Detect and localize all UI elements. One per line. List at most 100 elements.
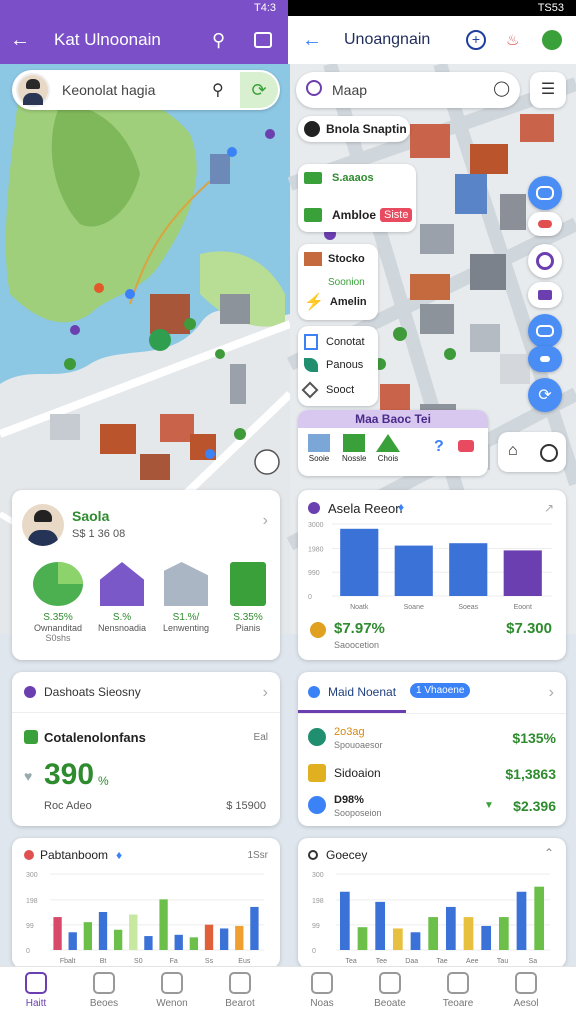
blue-fab-3[interactable] [528,346,562,372]
market-row[interactable]: D98% Sooposeion ▼ $2.396 [308,794,556,822]
chevron-right-icon[interactable]: › [549,684,554,702]
poi-row[interactable]: Sooct [301,381,354,399]
back-arrow-icon[interactable]: ← [10,29,34,52]
nav-item-left-1[interactable]: Beoes [74,972,134,1009]
bolt-icon: ⚡ [304,294,324,311]
poi-row[interactable]: Panous [304,358,363,372]
market-row[interactable]: 2o3ag Spouoaesor $135% [308,726,556,754]
y-tick-label: 198 [26,898,38,905]
link-icon-right[interactable]: ↗ [544,501,554,515]
chart-dot-icon [24,850,34,860]
nav-item-left-3[interactable]: Bearot [210,972,270,1009]
nav-item-right-2[interactable]: Teoare [428,972,488,1009]
search-icon[interactable]: ⚲ [212,30,225,51]
banner-item[interactable]: Chois [376,434,400,463]
chat-icon[interactable] [254,32,272,48]
chevron-right-icon[interactable]: › [263,684,268,702]
chart-bar [98,912,108,950]
dashboard-dot-icon [24,686,36,698]
chevron-up-icon[interactable]: ⌃ [544,846,554,860]
poi-row[interactable]: Stocko [304,252,365,266]
market-tab[interactable]: Maid Noenat [328,685,396,699]
user-search-icon[interactable]: ◯ [493,79,510,97]
right-search-text: Maap [332,82,368,98]
nav-item-left-0[interactable]: Haitt [6,972,66,1009]
poi-row[interactable]: Ambloe Siste [304,208,413,222]
profile-icon[interactable] [542,30,562,50]
nav-item-left-2[interactable]: Wenon [142,972,202,1009]
chart-bar [375,901,386,950]
stat-title: Cotalenolonfans [44,730,146,745]
nav-icon [379,972,401,994]
poi-row[interactable]: Conotat [304,334,365,350]
nav-label: Bearot [225,998,255,1009]
chart-bar [516,891,527,950]
poi-panel-1: S.aaaos Ambloe Siste [298,164,416,232]
nav-item-right-1[interactable]: Beoate [360,972,420,1009]
banner-item[interactable]: Sooie [308,434,330,463]
market-row-label: 2o3ag [334,726,365,738]
market-row[interactable]: Sidoaion $1,3863 [308,764,556,788]
wallet-icon[interactable] [458,440,474,452]
market-card[interactable]: Maid Noenat 1 Vhaoene › 2o3ag Spouoaesor… [298,672,566,826]
place-label[interactable]: Bnola Snaptin [298,116,410,142]
wallet-fab[interactable] [528,282,562,308]
market-dot-icon [308,686,320,698]
search-icon-left[interactable]: ⚲ [212,80,224,100]
blue-fab-2[interactable] [528,314,562,348]
left-search-bar[interactable]: Keonolat hagia ⚲ ⟳ [12,70,280,110]
purple-fab[interactable] [528,244,562,278]
chart-bar [174,934,183,950]
bell-icon[interactable]: ♨ [506,31,519,49]
left-sub: Saoocetion [334,640,380,650]
stat-item[interactable]: S.35% Ownanditad S0shs [28,562,88,643]
right-search-bar[interactable]: Maap ◯ [296,72,520,108]
stat-label: Pianis [235,623,261,633]
blue-fab-4[interactable]: ⟳ [528,378,562,412]
stat-item[interactable]: S.35% Pianis [218,562,278,633]
left-chart-card[interactable]: Pabtanboom ♦ 1Ssr 0 99 198 300 Fbalt Bt S0 Fa Ss… [12,838,280,968]
poi-label: Ambloe [332,208,377,222]
poi-row[interactable]: S.aaaos [304,172,374,184]
doc-icon [304,334,318,350]
poi-label: Stocko [328,253,365,265]
filter-button[interactable]: ☰ [530,72,566,108]
poi-panel-3: Conotat Panous Sooct [298,326,378,406]
stat-value: S.% [112,612,132,623]
person-sub: S$ 1 36 08 [72,528,126,540]
blue-fab-1[interactable] [528,176,562,210]
help-icon[interactable]: ? [434,438,444,456]
nav-item-right-0[interactable]: Noas [292,972,352,1009]
left-value: $7.97% [334,620,385,637]
home-icon[interactable]: ⌂ [508,442,518,460]
back-arrow-icon-right[interactable]: ← [302,29,322,52]
building-icon [308,434,330,452]
poi-row[interactable]: Soonion [328,272,365,290]
add-circle-icon[interactable]: + [466,30,486,50]
banner-item[interactable]: Nossle [342,434,366,463]
coin-icon [310,622,326,638]
dashboard-header: Dashoats Sieosny [44,685,141,699]
dashboard-card[interactable]: Dashoats Sieosny › Cotalenolonfans Eal ♥… [12,672,280,826]
red-chip-fab[interactable] [528,212,562,236]
map-tools: ⌂ [498,432,566,472]
nav-icon [447,972,469,994]
x-tick-label: Tae [436,958,447,965]
chart-bar [394,545,433,596]
nav-label: Beoes [89,998,119,1009]
person-card[interactable]: Saola S$ 1 36 08 › S.35% Ownanditad S0sh… [12,490,280,660]
stat-item[interactable]: S.% Nensnoadia [92,562,152,633]
right-chart-card[interactable]: Asela Reeon ♦ ↗ 0 990 1980 3000 Noatk Soane So… [298,490,566,660]
left-bar-chart: 0 99 198 300 Fbalt Bt S0 Fa Ss Eus [26,872,264,965]
poi-label: Panous [326,359,364,371]
right-chart-card-2[interactable]: Goecey ⌃ 0 99 198 300 Tea Tee Daa Tae Aee Tau Sa [298,838,566,968]
stat-item[interactable]: S1.%/ Lenwenting [156,562,216,633]
circle-icon[interactable] [540,444,558,462]
market-row-value: $1,3863 [505,766,556,782]
nav-item-right-3[interactable]: Aesol [496,972,556,1009]
chevron-right-icon[interactable]: › [263,512,268,530]
stat-value: S.35% [43,612,73,623]
map-layers-button[interactable]: ⟳ [240,72,278,108]
poi-row[interactable]: ⚡ Amelin [304,292,367,312]
y-tick-label: 300 [312,872,324,879]
